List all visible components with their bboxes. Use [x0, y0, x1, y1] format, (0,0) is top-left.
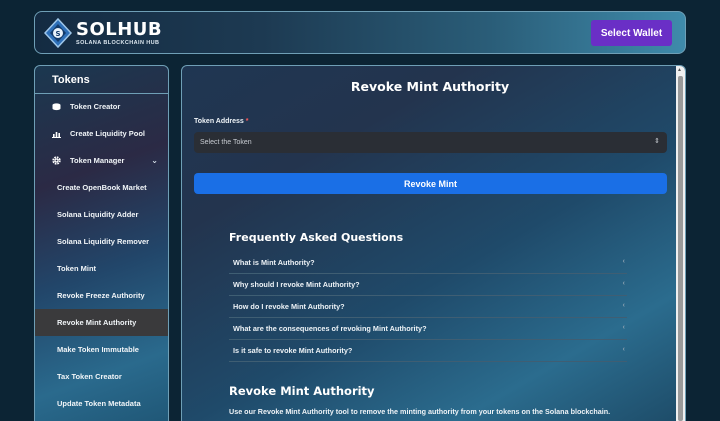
sidebar-item-label: Update Token Metadata — [57, 399, 141, 408]
sidebar-item-label: Make Token Immutable — [57, 345, 139, 354]
faq-question: What is Mint Authority? — [233, 258, 315, 267]
sidebar-item-revoke-mint-authority[interactable]: Revoke Mint Authority — [35, 309, 168, 336]
chevron-left-icon: ‹ — [622, 258, 625, 265]
brand-name: SOLHUB — [76, 19, 163, 40]
gear-icon — [51, 156, 61, 166]
solhub-logo-icon[interactable]: S — [44, 18, 72, 48]
chevron-left-icon: ‹ — [622, 324, 625, 331]
page-title: Revoke Mint Authority — [350, 79, 510, 94]
sidebar-item-create-openbook-market[interactable]: Create OpenBook Market — [35, 174, 168, 201]
svg-text:S: S — [55, 30, 60, 38]
sidebar-item-label: Create OpenBook Market — [57, 183, 147, 192]
sidebar-item-solana-liquidity-remover[interactable]: Solana Liquidity Remover — [35, 228, 168, 255]
faq-question: Why should I revoke Mint Authority? — [233, 280, 360, 289]
sidebar-item-label: Token Creator — [70, 102, 121, 111]
token-address-label-text: Token Address — [194, 118, 244, 125]
chevron-down-icon: ⌄ — [151, 156, 158, 165]
sidebar-item-token-mint[interactable]: Token Mint — [35, 255, 168, 282]
sidebar: Tokens Token Creator Create Liquidity Po… — [34, 65, 169, 421]
faq-item[interactable]: What is Mint Authority? ‹ — [229, 252, 627, 274]
main-panel: Revoke Mint Authority Token Address * Sel… — [181, 65, 686, 421]
select-wallet-button[interactable]: Select Wallet — [591, 20, 672, 46]
required-marker: * — [245, 118, 249, 125]
faq-question: Is it safe to revoke Mint Authority? — [233, 346, 353, 355]
sidebar-item-label: Tax Token Creator — [57, 372, 122, 381]
top-header: S SOLHUB SOLANA BLOCKCHAIN HUB Select Wa… — [34, 11, 686, 54]
sidebar-item-create-liquidity-pool[interactable]: Create Liquidity Pool — [35, 120, 168, 147]
sidebar-item-token-manager[interactable]: Token Manager ⌄ — [35, 147, 168, 174]
sidebar-item-solana-liquidity-adder[interactable]: Solana Liquidity Adder — [35, 201, 168, 228]
revoke-mint-button[interactable]: Revoke Mint — [194, 173, 667, 194]
chevron-left-icon: ‹ — [622, 280, 625, 287]
scrollbar-thumb[interactable] — [678, 76, 683, 421]
faq-question: How do I revoke Mint Authority? — [233, 302, 345, 311]
token-select-value: Select the Token — [200, 139, 252, 146]
section-title: Revoke Mint Authority — [229, 384, 375, 398]
sidebar-item-label: Revoke Freeze Authority — [57, 291, 145, 300]
faq-item[interactable]: Is it safe to revoke Mint Authority? ‹ — [229, 340, 627, 362]
sidebar-item-label: Solana Liquidity Adder — [57, 210, 139, 219]
chevron-left-icon: ‹ — [622, 302, 625, 309]
sidebar-item-update-token-metadata[interactable]: Update Token Metadata — [35, 390, 168, 417]
coins-icon — [51, 102, 61, 112]
sidebar-item-label: Token Manager — [70, 156, 125, 165]
sidebar-item-tax-token-creator[interactable]: Tax Token Creator — [35, 363, 168, 390]
sidebar-item-revoke-freeze-authority[interactable]: Revoke Freeze Authority — [35, 282, 168, 309]
chart-icon — [51, 129, 61, 139]
faq-question: What are the consequences of revoking Mi… — [233, 324, 427, 333]
sidebar-title: Tokens — [52, 74, 90, 86]
main-scrollbar[interactable]: ▲ — [676, 66, 685, 421]
faq-item[interactable]: Why should I revoke Mint Authority? ‹ — [229, 274, 627, 296]
faq-title: Frequently Asked Questions — [229, 231, 404, 244]
section-description: Use our Revoke Mint Authority tool to re… — [229, 407, 611, 416]
faq-item[interactable]: What are the consequences of revoking Mi… — [229, 318, 627, 340]
sidebar-item-label: Token Mint — [57, 264, 97, 273]
token-address-label: Token Address * — [194, 118, 249, 125]
sidebar-item-label: Create Liquidity Pool — [70, 129, 146, 138]
sidebar-item-label: Revoke Mint Authority — [57, 318, 137, 327]
select-updown-icon: ⇕ — [654, 138, 660, 145]
chevron-left-icon: ‹ — [622, 346, 625, 353]
faq-item[interactable]: How do I revoke Mint Authority? ‹ — [229, 296, 627, 318]
sidebar-item-label: Solana Liquidity Remover — [57, 237, 150, 246]
token-select[interactable]: Select the Token ⇕ — [194, 132, 667, 153]
scroll-up-arrow-icon[interactable]: ▲ — [677, 67, 682, 73]
sidebar-item-token-creator[interactable]: Token Creator — [35, 93, 168, 120]
brand-tagline: SOLANA BLOCKCHAIN HUB — [76, 40, 160, 46]
sidebar-item-make-token-immutable[interactable]: Make Token Immutable — [35, 336, 168, 363]
